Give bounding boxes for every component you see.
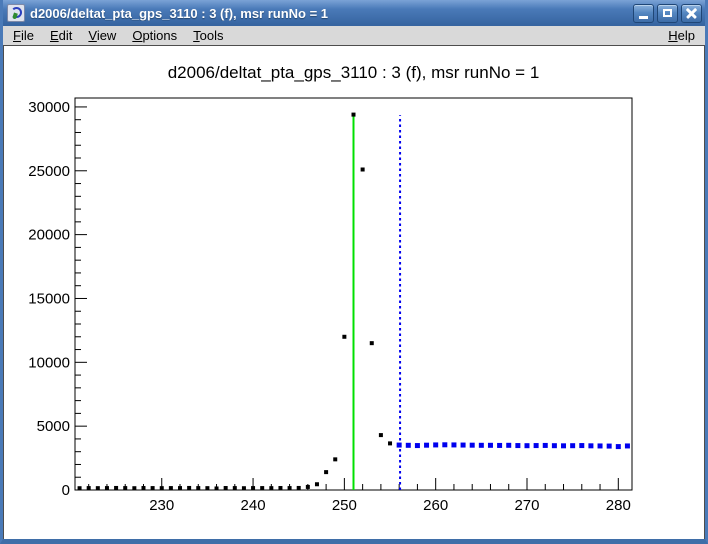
y-tick-label: 10000 [28, 354, 70, 371]
x-tick-label: 260 [423, 497, 448, 514]
x-tick-label: 240 [241, 497, 266, 514]
x-tick-label: 230 [149, 497, 174, 514]
theory-points [588, 443, 593, 448]
theory-points [561, 443, 566, 448]
histogram-points [233, 486, 237, 490]
histogram-points [132, 486, 136, 490]
histogram-points [269, 486, 273, 490]
theory-points [552, 443, 557, 448]
histogram-points [196, 486, 200, 490]
histogram-points [260, 486, 264, 490]
theory-points [579, 443, 584, 448]
histogram-points [105, 486, 109, 490]
histogram-points [324, 470, 328, 474]
histogram-points [342, 335, 346, 339]
histogram-points [333, 457, 337, 461]
histogram-points [78, 486, 82, 490]
histogram-points [251, 486, 255, 490]
histogram-points [178, 486, 182, 490]
close-button[interactable] [681, 4, 702, 23]
y-tick-label: 15000 [28, 290, 70, 307]
window-title: d2006/deltat_pta_gps_3110 : 3 (f), msr r… [30, 6, 628, 21]
root-canvas-window: d2006/deltat_pta_gps_3110 : 3 (f), msr r… [0, 0, 708, 544]
root-logo-icon [7, 4, 25, 22]
theory-points [488, 443, 493, 448]
theory-points [470, 443, 475, 448]
title-bar[interactable]: d2006/deltat_pta_gps_3110 : 3 (f), msr r… [3, 0, 705, 26]
histogram-points [123, 486, 127, 490]
x-tick-label: 250 [332, 497, 357, 514]
histogram-points [187, 486, 191, 490]
theory-points [515, 443, 520, 448]
histogram-points [169, 486, 173, 490]
theory-points [397, 443, 402, 448]
theory-points [451, 442, 456, 447]
maximize-button[interactable] [657, 4, 678, 23]
theory-points [424, 443, 429, 448]
histogram-points [379, 433, 383, 437]
theory-points [479, 443, 484, 448]
histogram-points [215, 486, 219, 490]
theory-points [607, 444, 612, 449]
theory-points [497, 443, 502, 448]
histogram-points [141, 486, 145, 490]
y-tick-label: 25000 [28, 163, 70, 180]
theory-points [433, 442, 438, 447]
theory-points [598, 443, 603, 448]
theory-points [415, 443, 420, 448]
theory-points [506, 443, 511, 448]
menu-item-options[interactable]: Options [124, 27, 185, 44]
theory-points [534, 443, 539, 448]
y-tick-label: 0 [62, 482, 70, 499]
menu-right: Help [660, 27, 703, 44]
histogram-points [288, 486, 292, 490]
y-tick-label: 5000 [37, 418, 70, 435]
theory-points [406, 443, 411, 448]
histogram-points [96, 486, 100, 490]
menu-item-edit[interactable]: Edit [42, 27, 80, 44]
histogram-points [361, 168, 365, 172]
histogram-points [352, 113, 356, 117]
histogram-points [205, 486, 209, 490]
root-canvas-plot: d2006/deltat_pta_gps_3110 : 3 (f), msr r… [4, 46, 704, 538]
theory-points [616, 444, 621, 449]
theory-points [442, 442, 447, 447]
histogram-points [370, 341, 374, 345]
histogram-points [160, 486, 164, 490]
theory-points [543, 443, 548, 448]
minimize-button[interactable] [633, 4, 654, 23]
theory-points [461, 443, 466, 448]
y-tick-label: 20000 [28, 227, 70, 244]
histogram-points [151, 486, 155, 490]
x-tick-label: 270 [514, 497, 539, 514]
histogram-points [278, 486, 282, 490]
close-icon [685, 7, 698, 20]
histogram-points [224, 486, 228, 490]
menu-item-tools[interactable]: Tools [185, 27, 231, 44]
theory-points [570, 443, 575, 448]
histogram-points [306, 485, 310, 489]
menu-left: FileEditViewOptionsTools [5, 27, 660, 44]
menu-item-view[interactable]: View [80, 27, 124, 44]
y-tick-label: 30000 [28, 99, 70, 116]
x-tick-label: 280 [606, 497, 631, 514]
minimize-icon [639, 16, 648, 19]
menu-item-file[interactable]: File [5, 27, 42, 44]
menu-bar: FileEditViewOptionsTools Help [3, 26, 705, 45]
theory-points [524, 443, 529, 448]
canvas-area[interactable]: d2006/deltat_pta_gps_3110 : 3 (f), msr r… [3, 45, 705, 539]
maximize-icon [663, 9, 672, 17]
histogram-points [114, 486, 118, 490]
histogram-points [388, 441, 392, 445]
theory-points [625, 443, 630, 448]
menu-item-help[interactable]: Help [660, 27, 703, 44]
histogram-points [297, 486, 301, 490]
histogram-points [315, 482, 319, 486]
histogram-points [242, 486, 246, 490]
plot-title: d2006/deltat_pta_gps_3110 : 3 (f), msr r… [168, 63, 540, 82]
histogram-points [87, 486, 91, 490]
